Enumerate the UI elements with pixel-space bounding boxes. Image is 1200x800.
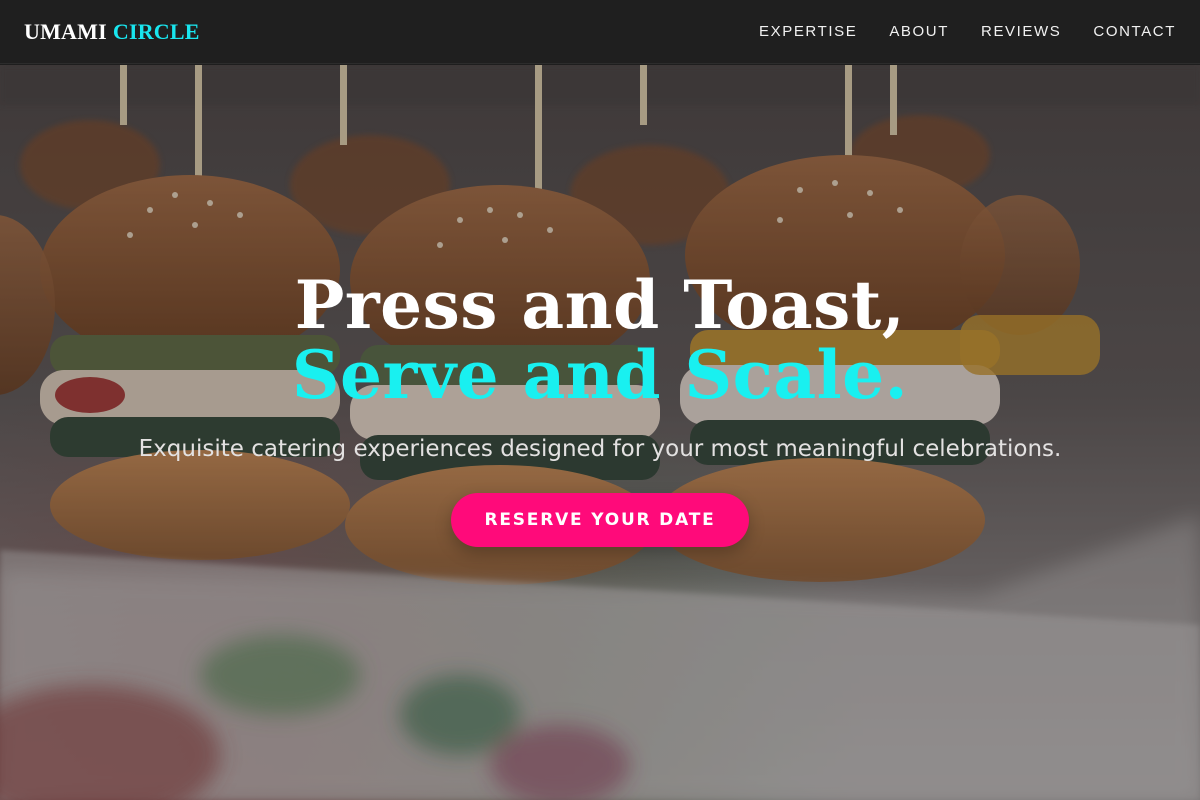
nav-item-reviews[interactable]: REVIEWS	[981, 23, 1061, 40]
hero-subtitle: Exquisite catering experiences designed …	[138, 436, 1062, 462]
brand-logo[interactable]: UMAMI CIRCLE	[24, 19, 200, 45]
brand-name-part2: CIRCLE	[112, 18, 200, 44]
hero-headline: Press and Toast, Serve and Scale.	[0, 270, 1200, 410]
nav-item-about[interactable]: ABOUT	[889, 23, 949, 40]
hero-section: Press and Toast, Serve and Scale. Exquis…	[0, 65, 1200, 800]
hero-dark-overlay	[0, 65, 1200, 800]
nav-links: EXPERTISE ABOUT REVIEWS CONTACT	[759, 23, 1176, 40]
top-navbar: UMAMI CIRCLE EXPERTISE ABOUT REVIEWS CONT…	[0, 0, 1200, 64]
reserve-your-date-button[interactable]: RESERVE YOUR DATE	[451, 493, 749, 547]
nav-item-contact[interactable]: CONTACT	[1093, 23, 1176, 40]
nav-item-expertise[interactable]: EXPERTISE	[759, 23, 857, 40]
hero-headline-line1: Press and Toast,	[294, 266, 906, 344]
brand-name-part1: UMAMI	[24, 18, 107, 44]
hero-headline-line2: Serve and Scale.	[291, 336, 909, 414]
